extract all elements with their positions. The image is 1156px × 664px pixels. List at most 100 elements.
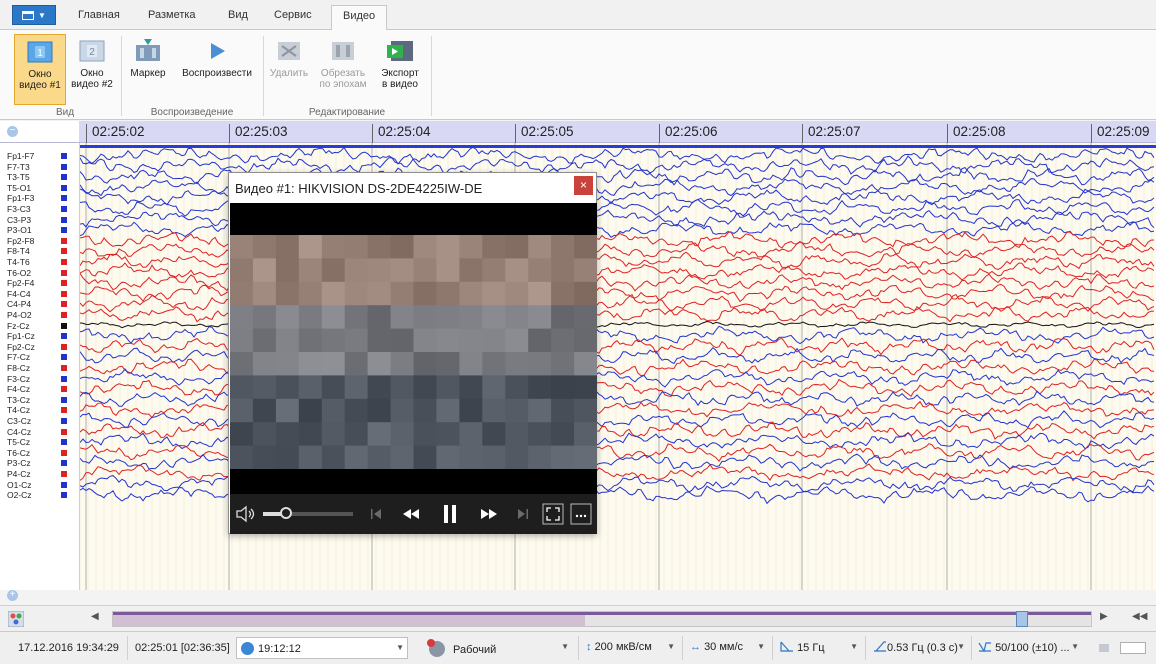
channel-label[interactable]: C4-Cz bbox=[7, 427, 67, 437]
channel-label[interactable]: F4-C4 bbox=[7, 289, 67, 299]
channel-label[interactable]: F3-Cz bbox=[7, 374, 67, 384]
channel-label[interactable]: Fp2-Cz bbox=[7, 342, 67, 352]
channel-label[interactable]: Fp2-F4 bbox=[7, 278, 67, 288]
channel-color-swatch[interactable] bbox=[61, 322, 67, 329]
channel-color-swatch[interactable] bbox=[61, 227, 67, 234]
trim-epochs-button[interactable]: Обрезать по эпохам bbox=[314, 34, 372, 105]
collapse-icon[interactable]: − bbox=[7, 126, 18, 137]
channel-label[interactable]: O1-Cz bbox=[7, 480, 67, 490]
channel-color-swatch[interactable] bbox=[61, 428, 67, 435]
channel-label[interactable]: T6-Cz bbox=[7, 448, 67, 458]
channel-color-swatch[interactable] bbox=[61, 386, 67, 393]
channel-color-swatch[interactable] bbox=[61, 259, 67, 265]
delete-button[interactable]: Удалить bbox=[266, 34, 312, 94]
channel-label[interactable]: F7-T3 bbox=[7, 162, 67, 172]
channel-color-swatch[interactable] bbox=[61, 174, 67, 181]
channel-color-swatch[interactable] bbox=[61, 375, 67, 382]
channel-label[interactable]: P3-Cz bbox=[7, 458, 67, 468]
channel-label[interactable]: P4-O2 bbox=[7, 310, 67, 320]
lowpass-combo[interactable]: 15 Гц ▼ bbox=[776, 637, 861, 659]
timeline-scrollbar[interactable]: ◀ ▶ ◀◀ bbox=[0, 605, 1156, 631]
volume-icon[interactable] bbox=[235, 505, 257, 523]
channel-color-swatch[interactable] bbox=[61, 312, 67, 318]
channel-color-swatch[interactable] bbox=[61, 206, 67, 212]
channel-label[interactable]: F4-Cz bbox=[7, 384, 67, 394]
export-video-button[interactable]: Экспорт в видео bbox=[374, 34, 426, 105]
channel-label[interactable]: T5-Cz bbox=[7, 437, 67, 447]
channel-color-swatch[interactable] bbox=[61, 290, 67, 297]
channel-label[interactable]: F3-C3 bbox=[7, 204, 67, 214]
video-screen[interactable] bbox=[230, 203, 597, 494]
channel-label[interactable]: F8-Cz bbox=[7, 363, 67, 373]
rewind-icon[interactable] bbox=[402, 507, 420, 521]
speed-combo[interactable]: ↔ 30 мм/с ▼ bbox=[686, 637, 768, 659]
channel-label[interactable]: C3-Cz bbox=[7, 416, 67, 426]
video-window-2-button[interactable]: 2 Окно видео #2 bbox=[68, 34, 116, 105]
channel-label[interactable]: Fp1-F3 bbox=[7, 193, 67, 203]
channel-color-swatch[interactable] bbox=[61, 153, 67, 159]
channel-color-swatch[interactable] bbox=[61, 248, 67, 255]
channel-color-swatch[interactable] bbox=[61, 163, 67, 170]
play-button[interactable]: Воспроизвести bbox=[174, 34, 260, 94]
channel-color-swatch[interactable] bbox=[61, 365, 67, 371]
channel-color-swatch[interactable] bbox=[61, 439, 67, 446]
clock-combo[interactable]: 19:12:12 ▼ bbox=[236, 637, 408, 659]
sensitivity-combo[interactable]: ↕ 200 мкВ/см ▼ bbox=[582, 637, 678, 659]
channel-label[interactable]: C3-P3 bbox=[7, 215, 67, 225]
channel-color-swatch[interactable] bbox=[61, 396, 67, 403]
next-frame-icon[interactable] bbox=[515, 507, 529, 521]
channel-label[interactable]: Fp1-F7 bbox=[7, 151, 67, 161]
channel-color-swatch[interactable] bbox=[61, 269, 67, 276]
channel-label[interactable]: P3-O1 bbox=[7, 225, 67, 235]
pause-icon[interactable] bbox=[442, 503, 458, 525]
highpass-combo[interactable]: 0.53 Гц (0.3 с) ▼ bbox=[869, 637, 968, 659]
channel-label[interactable]: Fz-Cz bbox=[7, 321, 67, 331]
channel-color-swatch[interactable] bbox=[61, 471, 67, 477]
more-options-icon[interactable] bbox=[570, 503, 592, 525]
channel-color-swatch[interactable] bbox=[61, 354, 67, 361]
fast-forward-icon[interactable] bbox=[480, 507, 498, 521]
channel-label[interactable]: Fp1-Cz bbox=[7, 331, 67, 341]
close-button[interactable]: × bbox=[574, 176, 593, 195]
channel-color-swatch[interactable] bbox=[61, 418, 67, 424]
channel-color-swatch[interactable] bbox=[61, 301, 67, 308]
channel-color-swatch[interactable] bbox=[61, 280, 67, 287]
channel-label[interactable]: F8-T4 bbox=[7, 246, 67, 256]
marker-button[interactable]: Маркер bbox=[123, 34, 173, 94]
channel-color-swatch[interactable] bbox=[61, 216, 67, 223]
channel-color-swatch[interactable] bbox=[61, 407, 67, 414]
channel-label[interactable]: C4-P4 bbox=[7, 299, 67, 309]
channel-color-swatch[interactable] bbox=[61, 343, 67, 350]
channel-color-swatch[interactable] bbox=[61, 481, 67, 488]
channel-color-swatch[interactable] bbox=[61, 492, 67, 499]
volume-slider-knob[interactable] bbox=[279, 507, 292, 519]
current-position-marker[interactable] bbox=[1016, 611, 1028, 627]
channel-label[interactable]: F7-Cz bbox=[7, 352, 67, 362]
channel-label[interactable]: T3-Cz bbox=[7, 395, 67, 405]
scroll-left-icon[interactable]: ◀ bbox=[91, 611, 99, 622]
channel-label[interactable]: T3-T5 bbox=[7, 172, 67, 182]
channel-label[interactable]: P4-Cz bbox=[7, 469, 67, 479]
channel-color-swatch[interactable] bbox=[61, 333, 67, 340]
channel-label[interactable]: T4-T6 bbox=[7, 257, 67, 267]
tab-markup[interactable]: Разметка bbox=[148, 9, 196, 21]
channel-color-swatch[interactable] bbox=[61, 195, 67, 202]
channel-color-swatch[interactable] bbox=[61, 184, 67, 191]
app-menu-button[interactable]: ▼ bbox=[12, 5, 56, 25]
channel-color-swatch[interactable] bbox=[61, 237, 67, 244]
montage-icon[interactable] bbox=[8, 611, 24, 627]
channel-color-swatch[interactable] bbox=[61, 460, 67, 467]
channel-label[interactable]: T4-Cz bbox=[7, 405, 67, 415]
channel-label[interactable]: O2-Cz bbox=[7, 490, 67, 500]
tab-video[interactable]: Видео bbox=[331, 5, 388, 31]
channel-color-swatch[interactable] bbox=[61, 449, 67, 456]
scroll-start-icon[interactable]: ◀◀ bbox=[1132, 611, 1147, 622]
tab-view[interactable]: Вид bbox=[228, 9, 248, 21]
channel-label[interactable]: Fp2-F8 bbox=[7, 236, 67, 246]
notch-combo[interactable]: 50/100 (±10) ... ▼ bbox=[974, 637, 1082, 659]
channel-label[interactable]: T6-O2 bbox=[7, 268, 67, 278]
channel-label[interactable]: T5-O1 bbox=[7, 183, 67, 193]
time-ruler[interactable]: − 02:25:02 02:25:03 02:25:04 02:25:05 02… bbox=[0, 121, 1156, 143]
scroll-right-icon[interactable]: ▶ bbox=[1100, 611, 1108, 622]
tab-home[interactable]: Главная bbox=[78, 9, 120, 21]
